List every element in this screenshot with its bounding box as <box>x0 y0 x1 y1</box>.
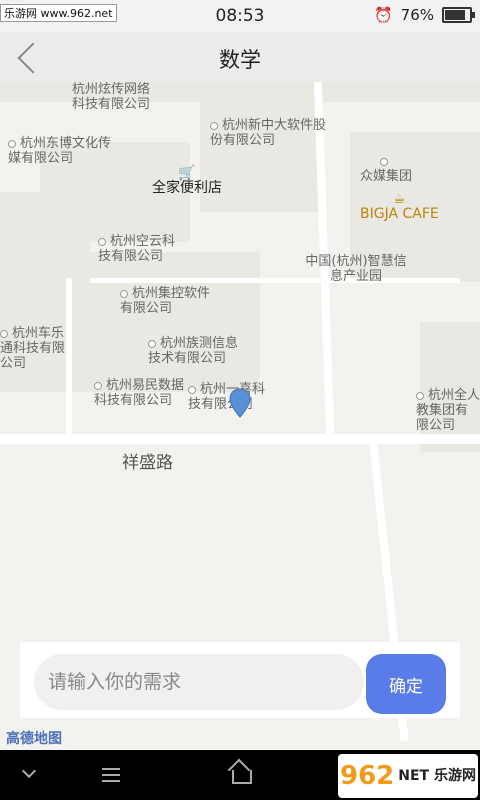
poi-label[interactable]: 中国(杭州)智慧信息产业园 <box>300 254 412 284</box>
poi-label[interactable]: 众媒集团 <box>360 154 412 184</box>
poi-label[interactable]: 杭州车乐通科技有限公司 <box>0 326 70 371</box>
poi-label[interactable]: 杭州炫传网络科技有限公司 <box>72 82 162 112</box>
shopping-cart-icon: 🛒 <box>178 165 196 181</box>
poi-label[interactable]: 🛒 全家便利店 <box>152 166 222 196</box>
poi-label[interactable]: 杭州新中大软件股份有限公司 <box>210 118 326 148</box>
request-input[interactable] <box>34 654 364 710</box>
poi-label[interactable]: 杭州集控软件有限公司 <box>120 286 210 316</box>
poi-label[interactable]: 杭州族测信息技术有限公司 <box>148 336 248 366</box>
poi-label[interactable]: ☕ BIGJA CAFE <box>360 192 439 222</box>
battery-icon <box>442 7 475 23</box>
request-bar: 确定 <box>20 642 460 718</box>
title-bar: 数学 <box>0 32 480 82</box>
cafe-icon: ☕ <box>393 191 406 207</box>
watermark-logo: 962 NET 乐游网 <box>338 754 478 798</box>
road-label: 祥盛路 <box>122 453 173 473</box>
home-icon[interactable] <box>210 750 270 800</box>
status-bar: 乐游网 www.962.net 08:53 ⏰ 76% <box>0 0 480 32</box>
alarm-icon: ⏰ <box>373 6 393 24</box>
poi-label[interactable]: 杭州东博文化传媒有限公司 <box>8 136 118 166</box>
poi-label[interactable]: 杭州全人教集团有限公司 <box>416 388 480 433</box>
chevron-down-icon[interactable] <box>0 750 60 800</box>
map-attribution: 高德地图 <box>6 731 62 747</box>
page-title: 数学 <box>219 48 261 72</box>
status-right: ⏰ 76% <box>373 6 475 24</box>
poi-label[interactable]: 杭州易民数据科技有限公司 <box>94 378 186 408</box>
menu-icon[interactable] <box>80 750 140 800</box>
confirm-button[interactable]: 确定 <box>366 654 446 714</box>
battery-percent: 76% <box>400 6 434 24</box>
location-pin-icon <box>229 388 251 418</box>
poi-label[interactable]: 杭州空云科技有限公司 <box>98 234 184 264</box>
